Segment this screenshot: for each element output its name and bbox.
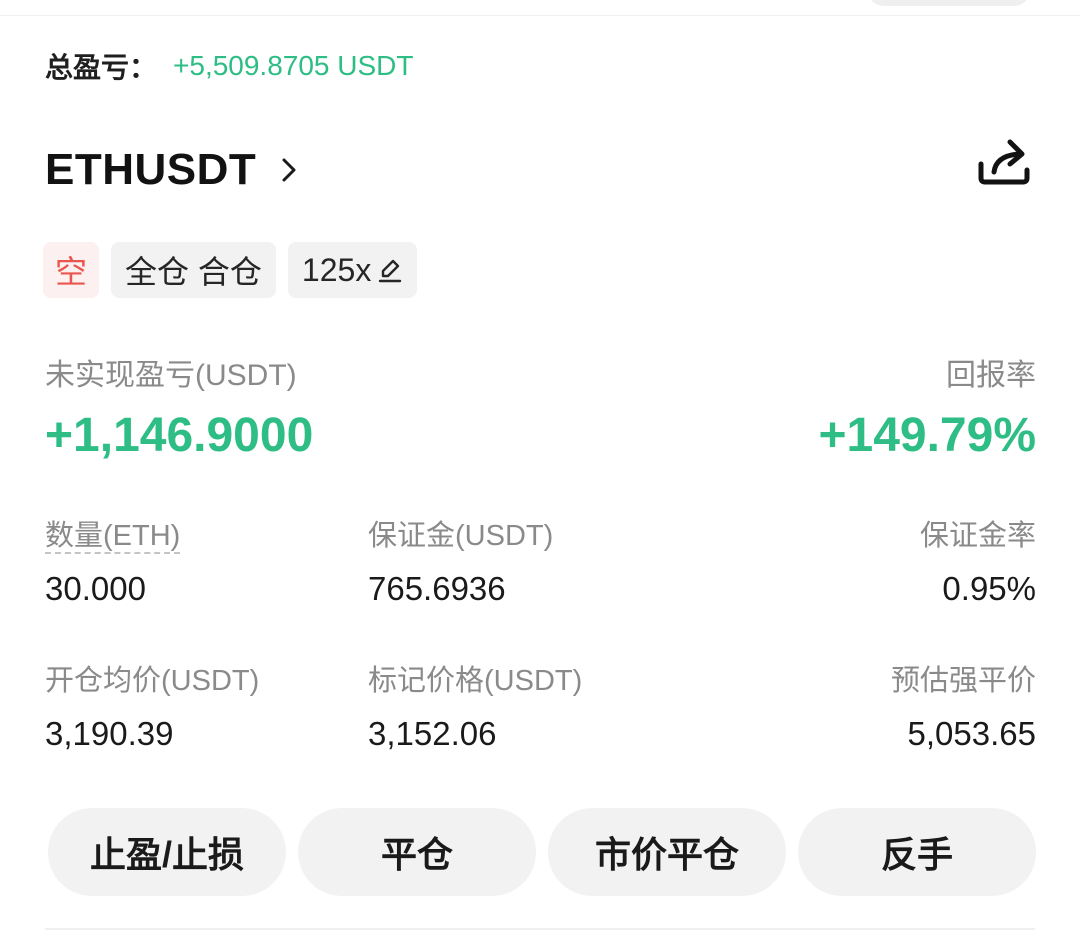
liq-price-metric: 预估强平价 5,053.65 [891,663,1036,753]
entry-price-metric: 开仓均价(USDT) 3,190.39 [45,663,259,753]
entry-price-label: 开仓均价(USDT) [45,665,260,697]
margin-mode-tag: 全仓 合仓 [111,242,276,298]
roe-label: 回报率 [946,359,1036,392]
quantity-metric: 数量(ETH) 30.000 [45,518,181,608]
roe-value: +149.79% [818,409,1036,462]
symbol-name: ETHUSDT [45,145,257,194]
margin-ratio-value: 0.95% [942,570,1036,607]
liq-price-label: 预估强平价 [890,665,1036,697]
margin-value: 765.6936 [368,570,506,607]
entry-price-value: 3,190.39 [45,715,174,752]
position-card: 总盈亏： +5,509.8705 USDT ETHUSDT 空 全仓 合仓 12… [0,0,1080,942]
mark-price-metric: 标记价格(USDT) 3,152.06 [368,663,582,753]
unrealized-pnl-label: 未实现盈亏(USDT) [45,359,297,392]
top-divider [0,15,1080,16]
leverage-tag[interactable]: 125x [287,242,418,298]
tp-sl-button[interactable]: 止盈/止损 [48,808,286,896]
reverse-position-button[interactable]: 反手 [798,808,1036,896]
total-pnl-label: 总盈亏： [45,52,158,83]
close-position-button[interactable]: 平仓 [298,808,536,896]
quantity-label[interactable]: 数量(ETH) [45,520,181,554]
bottom-divider [45,928,1035,930]
position-tags: 空 全仓 合仓 125x [43,242,418,298]
market-close-button[interactable]: 市价平仓 [548,808,786,896]
share-icon[interactable] [974,134,1034,190]
side-tag: 空 [43,242,100,298]
pencil-icon [379,259,402,283]
quantity-value: 30.000 [45,570,146,607]
total-pnl-value: +5,509.8705 USDT [173,50,414,81]
chevron-right-icon [278,155,300,185]
margin-metric: 保证金(USDT) 765.6936 [368,518,553,608]
total-pnl-row: 总盈亏： +5,509.8705 USDT [45,46,414,86]
margin-ratio-metric: 保证金率 0.95% [920,518,1036,608]
top-tab-pill[interactable] [868,0,1030,6]
leverage-value: 125x [301,251,372,288]
liq-price-value: 5,053.65 [907,715,1036,752]
unrealized-pnl-value: +1,146.9000 [45,409,314,462]
symbol-link[interactable]: ETHUSDT [45,138,300,202]
margin-ratio-label: 保证金率 [919,520,1036,552]
action-buttons: 止盈/止损 平仓 市价平仓 反手 [48,808,1036,896]
margin-label: 保证金(USDT) [368,520,554,552]
mark-price-value: 3,152.06 [368,715,497,752]
mark-price-label: 标记价格(USDT) [368,665,583,697]
